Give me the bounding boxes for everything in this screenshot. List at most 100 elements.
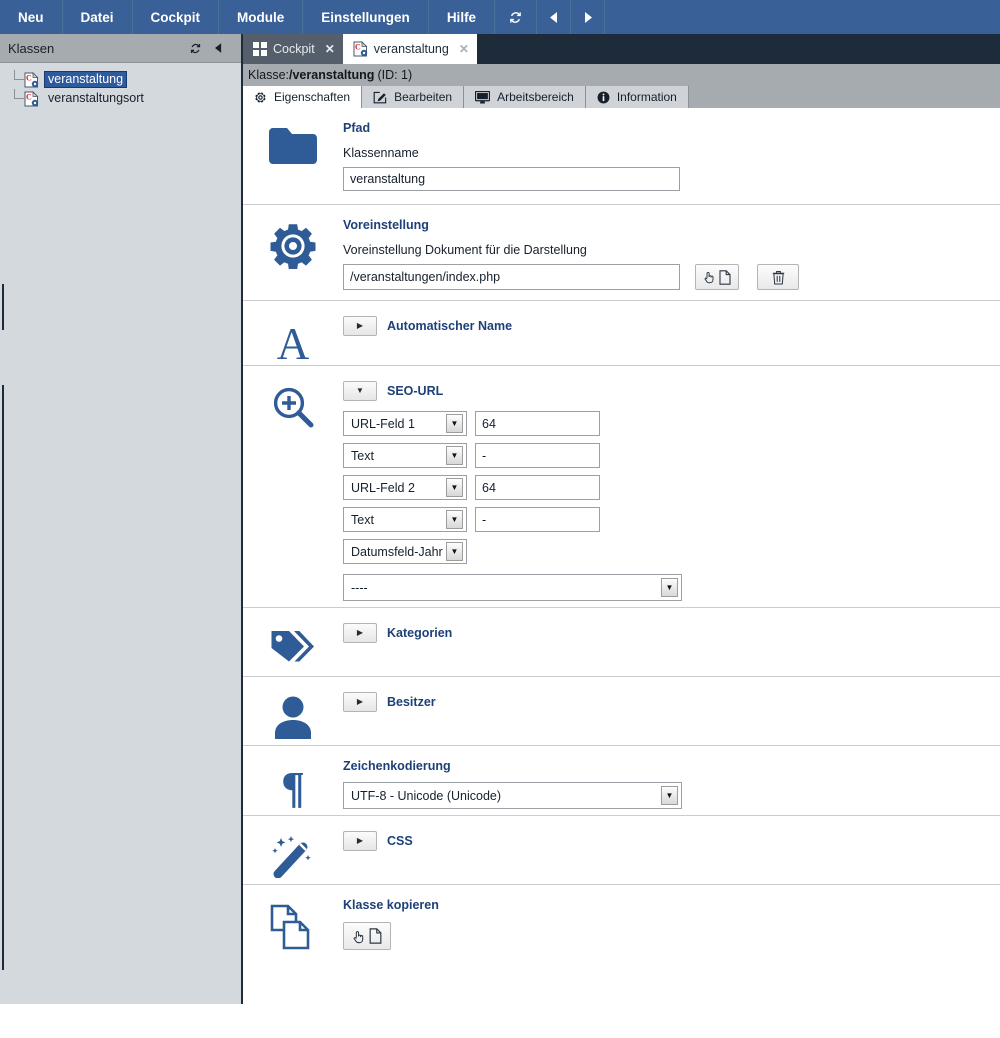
svg-text:A: A [277,319,310,365]
info-circle-icon [597,91,610,104]
svg-text:C: C [26,73,32,82]
chevron-down-icon[interactable]: ▼ [446,510,463,529]
document-tab-strip: Cockpit ✕ C veranstaltung ✕ [243,34,1000,64]
sidebar-panel: Klassen C veranstaltung C veranstaltungs… [0,34,243,1004]
svg-text:¶: ¶ [281,764,305,808]
menu-item-hilfe[interactable]: Hilfe [429,0,496,34]
menu-item-neu[interactable]: Neu [0,0,63,34]
section-kategorien-body: ▶ Kategorien [343,620,1000,664]
copy-class-button[interactable] [343,922,391,950]
tab-label: Cockpit [273,42,315,56]
klassenname-input[interactable] [343,167,680,191]
refresh-icon[interactable] [495,0,538,34]
chevron-down-icon[interactable]: ▼ [446,446,463,465]
zeichenkodierung-select[interactable]: UTF-8 - Unicode (Unicode) ▼ [343,782,682,809]
tab-veranstaltung[interactable]: C veranstaltung ✕ [342,34,477,64]
section-title: Klasse kopieren [343,898,439,912]
section-pfad-body: Pfad Klassenname [343,120,1000,192]
chevron-down-icon[interactable]: ▼ [661,786,678,805]
tab-bearbeiten[interactable]: Bearbeiten [362,86,465,108]
hand-pointer-icon [352,929,367,944]
toggle-seo-url[interactable]: ▼ [343,381,377,401]
main-area: Cockpit ✕ C veranstaltung ✕ Klasse: /ver… [243,34,1000,1038]
chevron-right-icon: ▶ [356,836,364,845]
section-automatischer-name: A ▶ Automatischer Name [243,301,1000,366]
chevron-right-icon: ▶ [356,697,364,706]
magnifier-plus-icon [243,378,343,595]
section-title: Pfad [343,121,371,135]
sidebar-collapse-icon[interactable] [215,43,241,53]
section-title: Automatischer Name [387,318,513,333]
properties-content: Pfad Klassenname Voreinstellung Voreinst… [243,108,1000,1038]
section-zeichenkodierung-body: Zeichenkodierung UTF-8 - Unicode (Unicod… [343,758,1000,809]
section-title: Kategorien [387,625,453,640]
tab-eigenschaften[interactable]: Eigenschaften [243,86,363,108]
seo-field-select-2[interactable]: Text ▼ [343,443,467,468]
menu-item-module[interactable]: Module [219,0,304,34]
sidebar-header: Klassen [0,34,241,63]
seo-field-select-3[interactable]: URL-Feld 2 ▼ [343,475,467,500]
chevron-right-icon: ▶ [356,628,364,637]
seo-template-select[interactable]: ---- ▼ [343,574,682,601]
tree-item-veranstaltung[interactable]: C veranstaltung [0,70,241,89]
select-document-button[interactable] [695,264,739,290]
chevron-down-icon[interactable]: ▼ [446,414,463,433]
menu-item-cockpit[interactable]: Cockpit [133,0,220,34]
letter-a-icon: A [243,313,343,365]
class-tree: C veranstaltung C veranstaltungsort [0,70,241,108]
close-icon[interactable]: ✕ [325,42,335,56]
tree-item-veranstaltungsort[interactable]: C veranstaltungsort [0,89,241,108]
section-title: Zeichenkodierung [343,759,451,773]
tab-information[interactable]: Information [585,86,689,108]
tree-item-label[interactable]: veranstaltung [44,71,128,88]
toggle-css[interactable]: ▶ [343,831,377,851]
pilcrow-icon: ¶ [243,758,343,808]
nav-back-icon[interactable] [537,0,572,34]
toggle-automatischer-name[interactable]: ▶ [343,316,377,336]
delete-document-button[interactable] [757,264,799,290]
class-file-icon: C [24,90,39,107]
seo-length-input-3[interactable] [475,475,600,500]
chevron-down-icon[interactable]: ▼ [446,542,463,561]
user-icon [243,689,343,739]
tree-elbow [14,70,24,80]
section-kategorien: ▶ Kategorien [243,608,1000,677]
tree-item-label[interactable]: veranstaltungsort [44,90,148,107]
seo-field-select-1[interactable]: URL-Feld 1 ▼ [343,411,467,436]
section-title: Besitzer [387,694,436,709]
section-klasse-kopieren: Klasse kopieren [243,885,1000,985]
seo-field-select-value: Datumsfeld-Jahr (: [351,544,446,559]
nav-forward-icon[interactable] [571,0,606,34]
seo-length-input-1[interactable] [475,411,600,436]
seo-length-input-4[interactable] [475,507,600,532]
gear-icon [243,217,343,288]
top-menu-bar: Neu Datei Cockpit Module Einstellungen H… [0,0,1000,34]
menu-item-einstellungen[interactable]: Einstellungen [303,0,429,34]
seo-field-select-5[interactable]: Datumsfeld-Jahr (: ▼ [343,539,467,564]
file-icon [369,928,382,944]
close-icon[interactable]: ✕ [459,42,469,56]
class-file-icon: C [353,41,368,57]
chevron-down-icon[interactable]: ▼ [661,578,678,597]
tags-icon [243,620,343,664]
tree-elbow [14,89,24,99]
menu-item-datei[interactable]: Datei [63,0,133,34]
section-klasse-kopieren-body: Klasse kopieren [343,897,1000,973]
seo-row-1: URL-Feld 1 ▼ [343,411,986,436]
chevron-down-icon[interactable]: ▼ [446,478,463,497]
toggle-kategorien[interactable]: ▶ [343,623,377,643]
sidebar-refresh-icon[interactable] [189,42,215,55]
voreinstellung-dokument-label: Voreinstellung Dokument für die Darstell… [343,243,587,257]
voreinstellung-dokument-input[interactable] [343,264,680,290]
tab-arbeitsbereich[interactable]: Arbeitsbereich [464,86,586,108]
sidebar-accent-line-top [2,284,4,330]
seo-field-select-4[interactable]: Text ▼ [343,507,467,532]
seo-wide-row: ---- ▼ [343,574,986,601]
toggle-besitzer[interactable]: ▶ [343,692,377,712]
section-title: CSS [387,833,413,848]
seo-length-input-2[interactable] [475,443,600,468]
section-voreinstellung: Voreinstellung Voreinstellung Dokument f… [243,205,1000,301]
menu-filler [605,0,1000,34]
seo-row-4: Text ▼ [343,507,986,532]
tab-cockpit[interactable]: Cockpit ✕ [243,34,343,64]
